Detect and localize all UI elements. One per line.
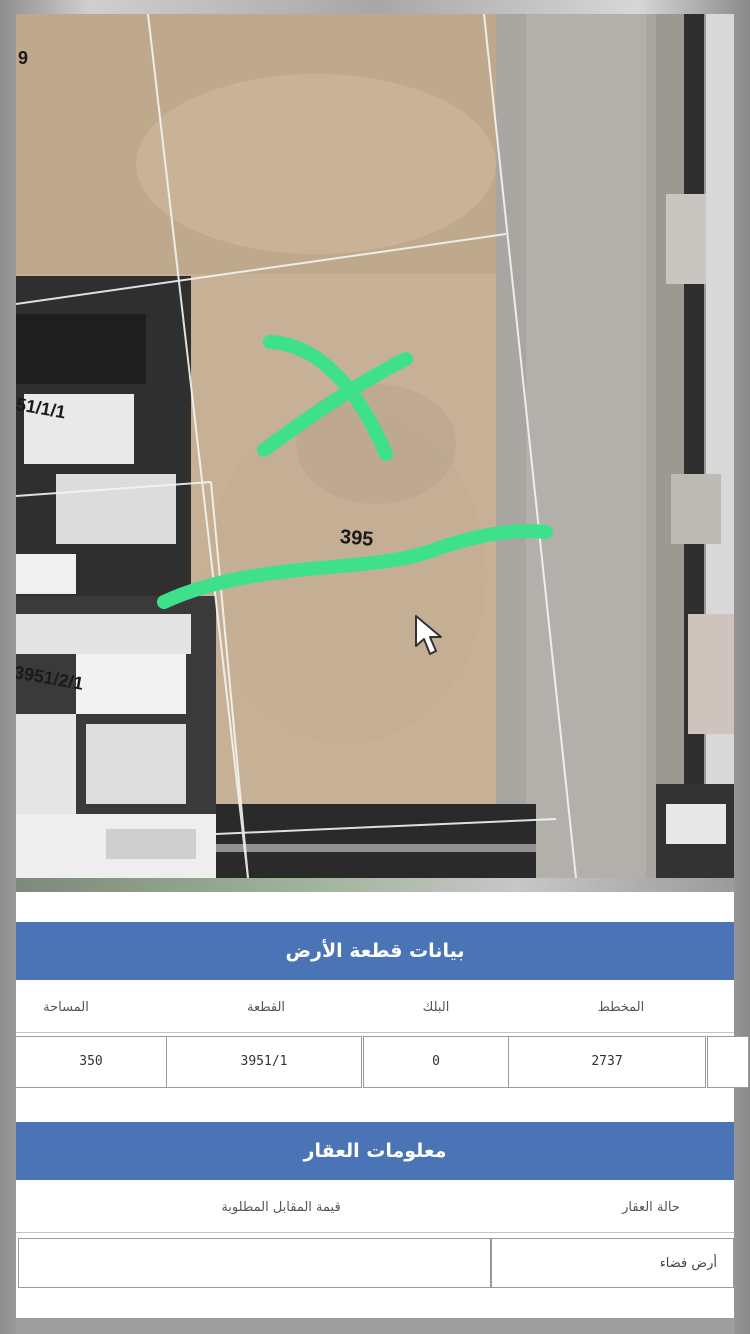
plot-label-top-left: 9 <box>18 48 29 68</box>
value-price <box>18 1238 492 1288</box>
map-imagery <box>16 14 734 878</box>
image-seam <box>16 878 734 892</box>
land-table-value-row: 350 3951/1 0 2737 <box>15 1036 749 1088</box>
plot-label-subject: 395 <box>339 526 375 551</box>
value-extra-cell <box>707 1036 749 1088</box>
property-section-title: معلومات العقار <box>16 1122 734 1180</box>
bottom-border <box>16 1318 734 1334</box>
divider <box>16 1032 734 1033</box>
value-area: 350 <box>15 1036 167 1088</box>
value-scheme: 2737 <box>508 1036 706 1088</box>
property-info-panel: بيانات قطعة الأرض المساحة القطعة البلك ا… <box>15 892 749 1318</box>
arrow-cursor-icon <box>415 615 442 655</box>
value-status: أرض فضاء <box>490 1238 734 1288</box>
value-block: 0 <box>363 1036 509 1088</box>
value-parcel: 3951/1 <box>166 1036 362 1088</box>
divider <box>16 1232 734 1233</box>
land-section-title: بيانات قطعة الأرض <box>16 922 734 980</box>
satellite-map[interactable]: 9 51/1/1 395 3951/2/1 <box>16 14 734 878</box>
